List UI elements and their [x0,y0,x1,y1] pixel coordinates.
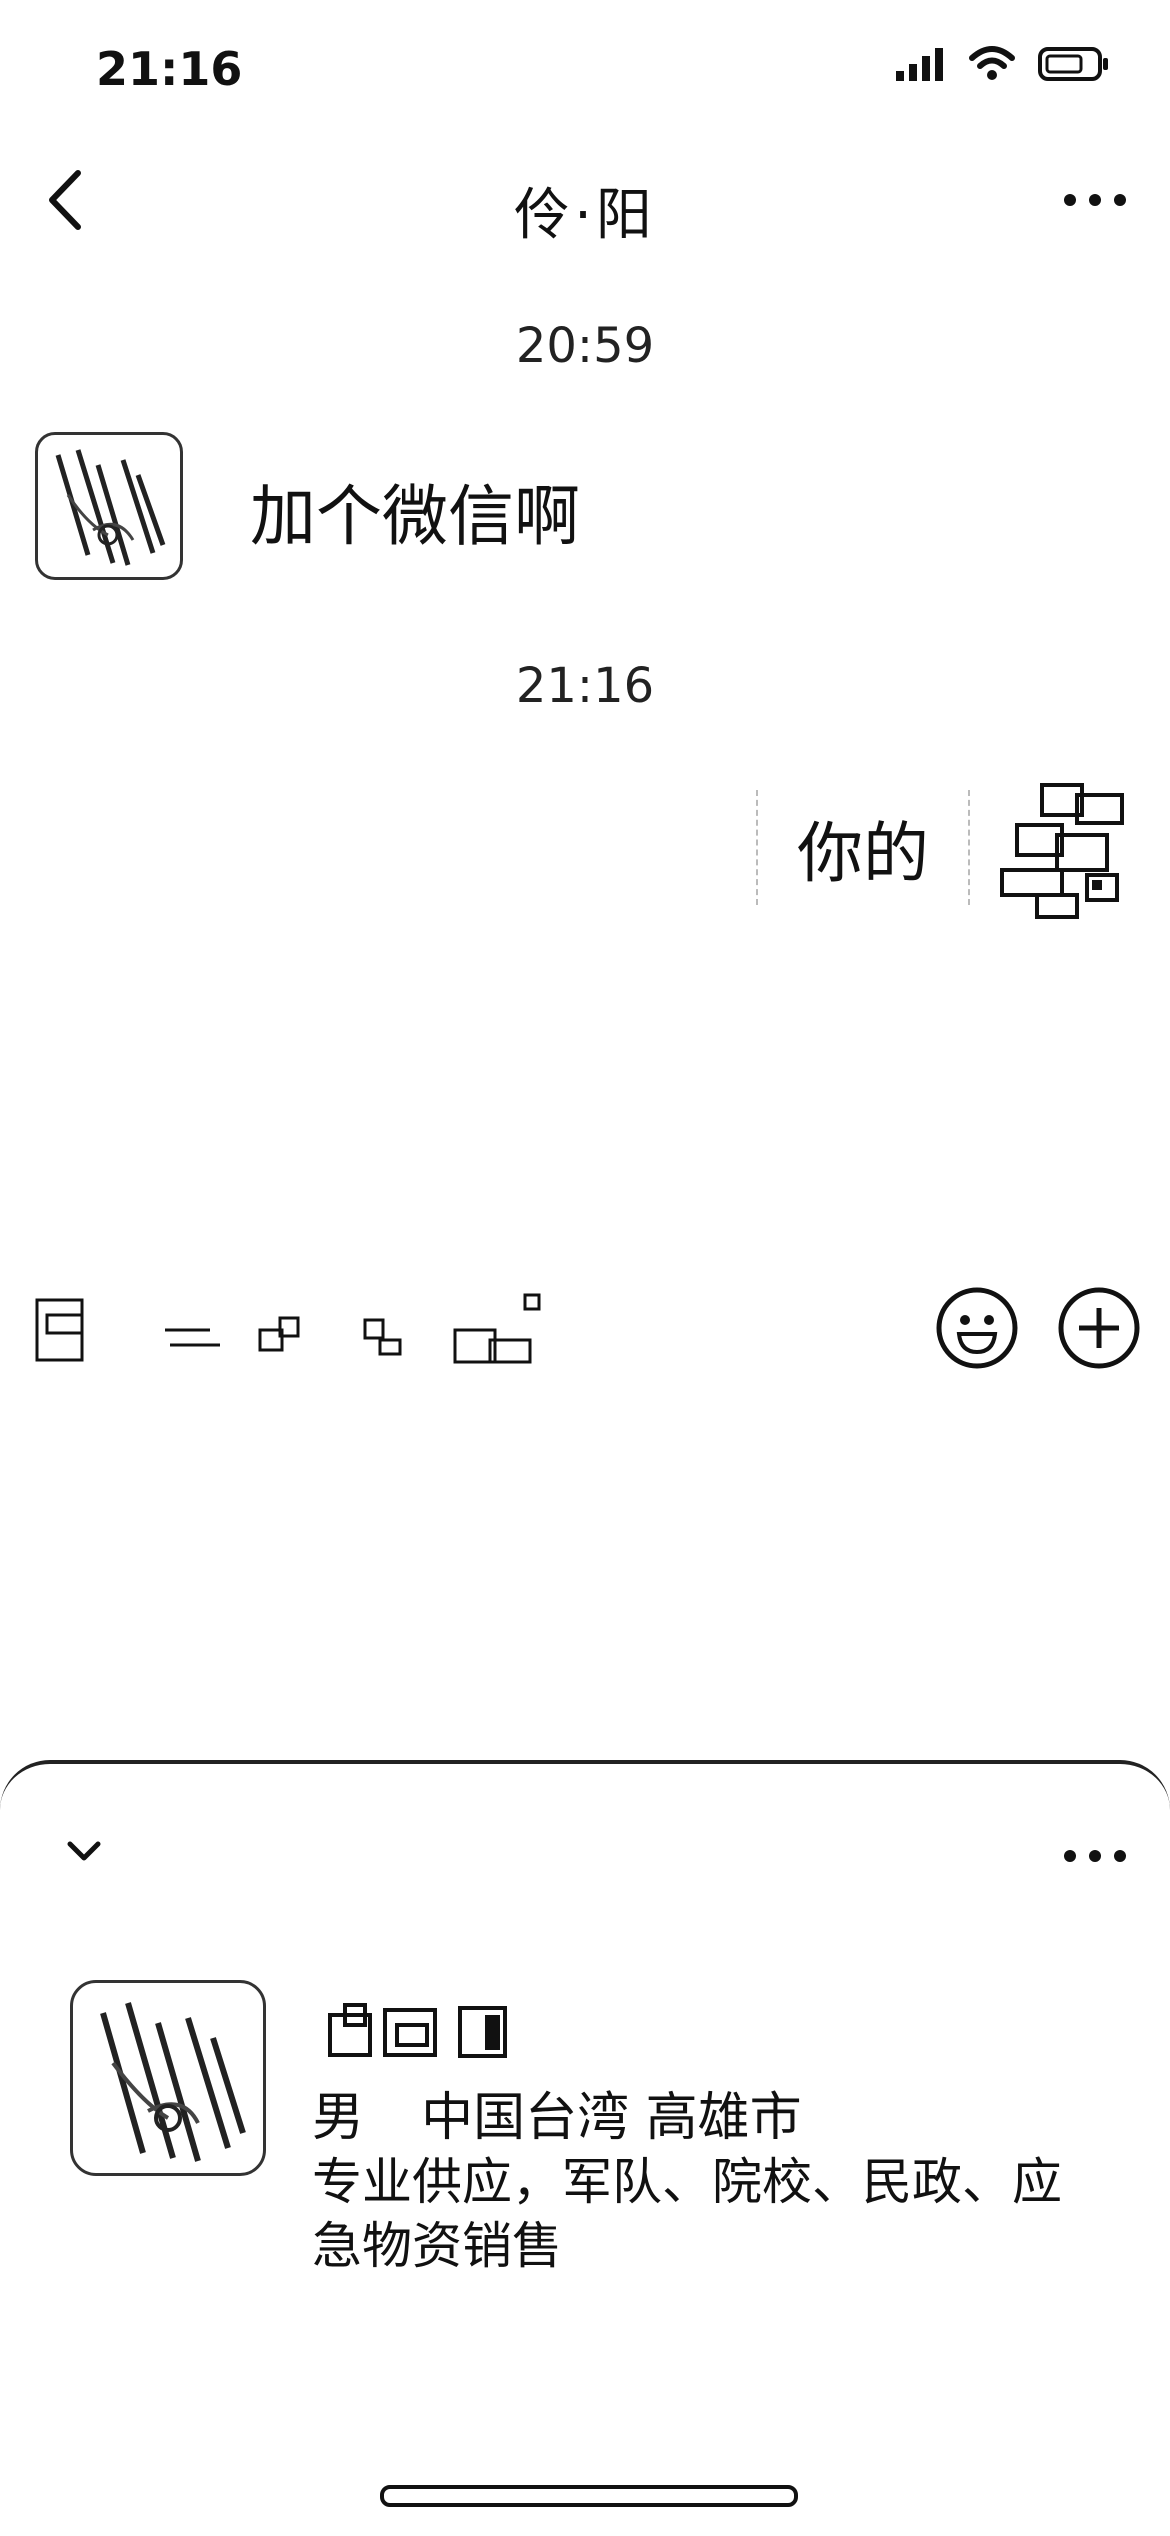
plus-circle-icon [1058,1287,1140,1369]
more-dots-icon [1064,1850,1126,1862]
profile-meta: 男 中国台湾 高雄市 [312,2075,802,2150]
profile-gender: 男 [312,2088,365,2148]
battery-icon [1038,47,1108,81]
message-bubble-sent[interactable]: 你的 [756,790,970,905]
chevron-down-icon [67,1841,101,1861]
message-timestamp: 21:16 [515,658,655,714]
more-dots-icon [1064,194,1126,206]
my-avatar-image [1000,783,1124,919]
blurred-name-glyphs [328,2003,507,2058]
add-attachment-button[interactable] [1057,1286,1141,1374]
status-icons [894,46,1110,82]
profile-name-redacted [325,2000,515,2064]
blurred-input-glyphs [35,1293,541,1364]
emoji-button[interactable] [935,1286,1019,1374]
profile-bio: 专业供应，军队、院校、民政、应急物资销售 [312,2153,1062,2275]
chat-more-button[interactable] [1060,190,1130,214]
emoji-icon [936,1287,1018,1369]
sheet-more-button[interactable] [1060,1846,1130,1870]
message-timestamp: 20:59 [515,318,655,374]
message-text-sent: 你的 [797,814,929,892]
home-indicator[interactable] [380,2485,798,2507]
message-text-received[interactable]: 加个微信啊 [250,463,580,559]
profile-location: 中国台湾 高雄市 [421,2088,802,2148]
profile-avatar-image [100,2002,246,2162]
collapse-sheet-button[interactable] [60,1830,108,1874]
contact-avatar[interactable] [35,432,183,580]
chat-title: 伶·阳 [514,183,656,248]
contact-avatar-image [55,449,166,566]
status-time: 21:16 [96,42,243,96]
signal-icon [896,48,943,81]
message-input-field[interactable] [35,1290,555,1370]
wifi-icon [969,46,1015,80]
my-avatar[interactable] [997,780,1132,922]
profile-avatar[interactable] [70,1980,266,2176]
